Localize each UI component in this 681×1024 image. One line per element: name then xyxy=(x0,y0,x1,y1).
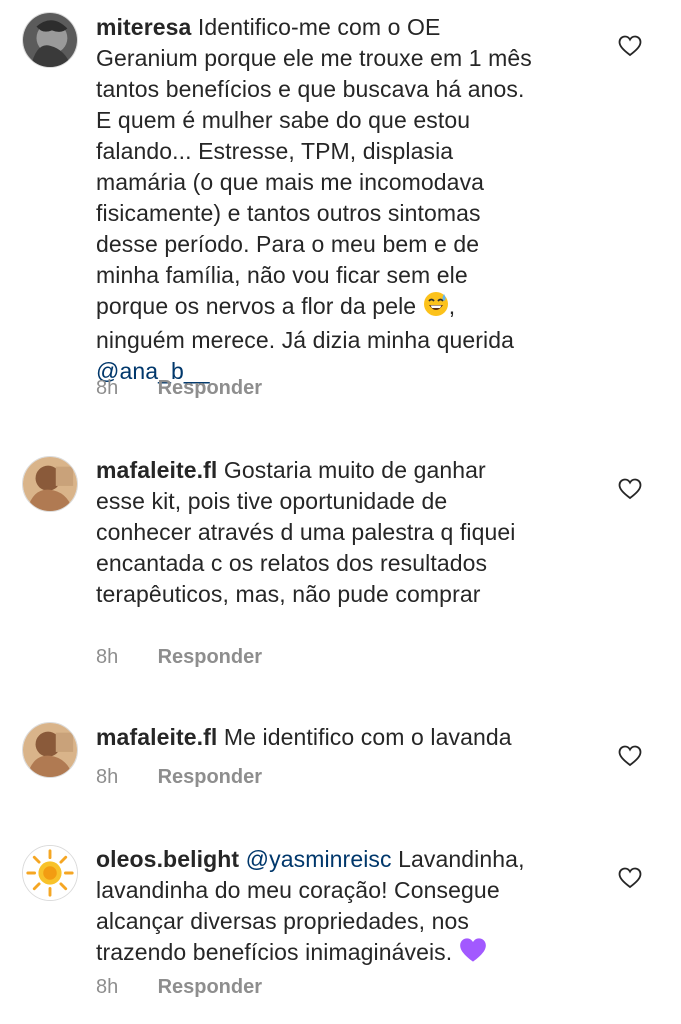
like-heart-icon[interactable] xyxy=(618,745,642,767)
like-heart-icon[interactable] xyxy=(618,867,642,889)
like-heart-icon[interactable] xyxy=(618,35,642,57)
like-heart-icon[interactable] xyxy=(618,478,642,500)
comment-username[interactable]: mafaleite.fl xyxy=(96,457,217,483)
reply-button[interactable]: Responder xyxy=(158,646,262,668)
sweat-smile-emoji xyxy=(423,291,449,325)
profile-photo-icon xyxy=(23,723,77,777)
reply-button[interactable]: Responder xyxy=(158,766,262,788)
comment-username[interactable]: miteresa xyxy=(96,14,191,40)
purple-heart-emoji xyxy=(459,937,487,971)
profile-photo-icon xyxy=(23,13,77,67)
avatar[interactable] xyxy=(22,845,78,901)
mention-link[interactable]: @yasminreisc xyxy=(246,846,392,872)
comment-meta: 8h Responder xyxy=(96,976,262,999)
comment-body: Identifico-me com o OE Geranium porque e… xyxy=(96,14,532,319)
comment-meta: 8h Responder xyxy=(96,377,262,400)
avatar[interactable] xyxy=(22,12,78,68)
comment-meta: 8h Responder xyxy=(96,766,262,789)
comment-text: miteresa Identifico-me com o OE Geranium… xyxy=(96,12,536,387)
comment-text: mafaleite.fl Gostaria muito de ganhar es… xyxy=(96,455,536,610)
comment-username[interactable]: mafaleite.fl xyxy=(96,724,217,750)
comment-username[interactable]: oleos.belight xyxy=(96,846,239,872)
comment-timestamp: 8h xyxy=(96,377,119,399)
comment-text: oleos.belight @yasminreisc Lavandinha, l… xyxy=(96,844,536,971)
comment-timestamp: 8h xyxy=(96,646,119,668)
avatar[interactable] xyxy=(22,456,78,512)
comment-text: mafaleite.fl Me identifico com o lavanda xyxy=(96,722,536,753)
avatar[interactable] xyxy=(22,722,78,778)
sun-logo-icon xyxy=(23,846,77,900)
comment-timestamp: 8h xyxy=(96,976,119,998)
reply-button[interactable]: Responder xyxy=(158,377,262,399)
profile-photo-icon xyxy=(23,457,77,511)
comment-meta: 8h Responder xyxy=(96,646,262,669)
reply-button[interactable]: Responder xyxy=(158,976,262,998)
comment-timestamp: 8h xyxy=(96,766,119,788)
comment-body: Me identifico com o lavanda xyxy=(223,724,512,750)
